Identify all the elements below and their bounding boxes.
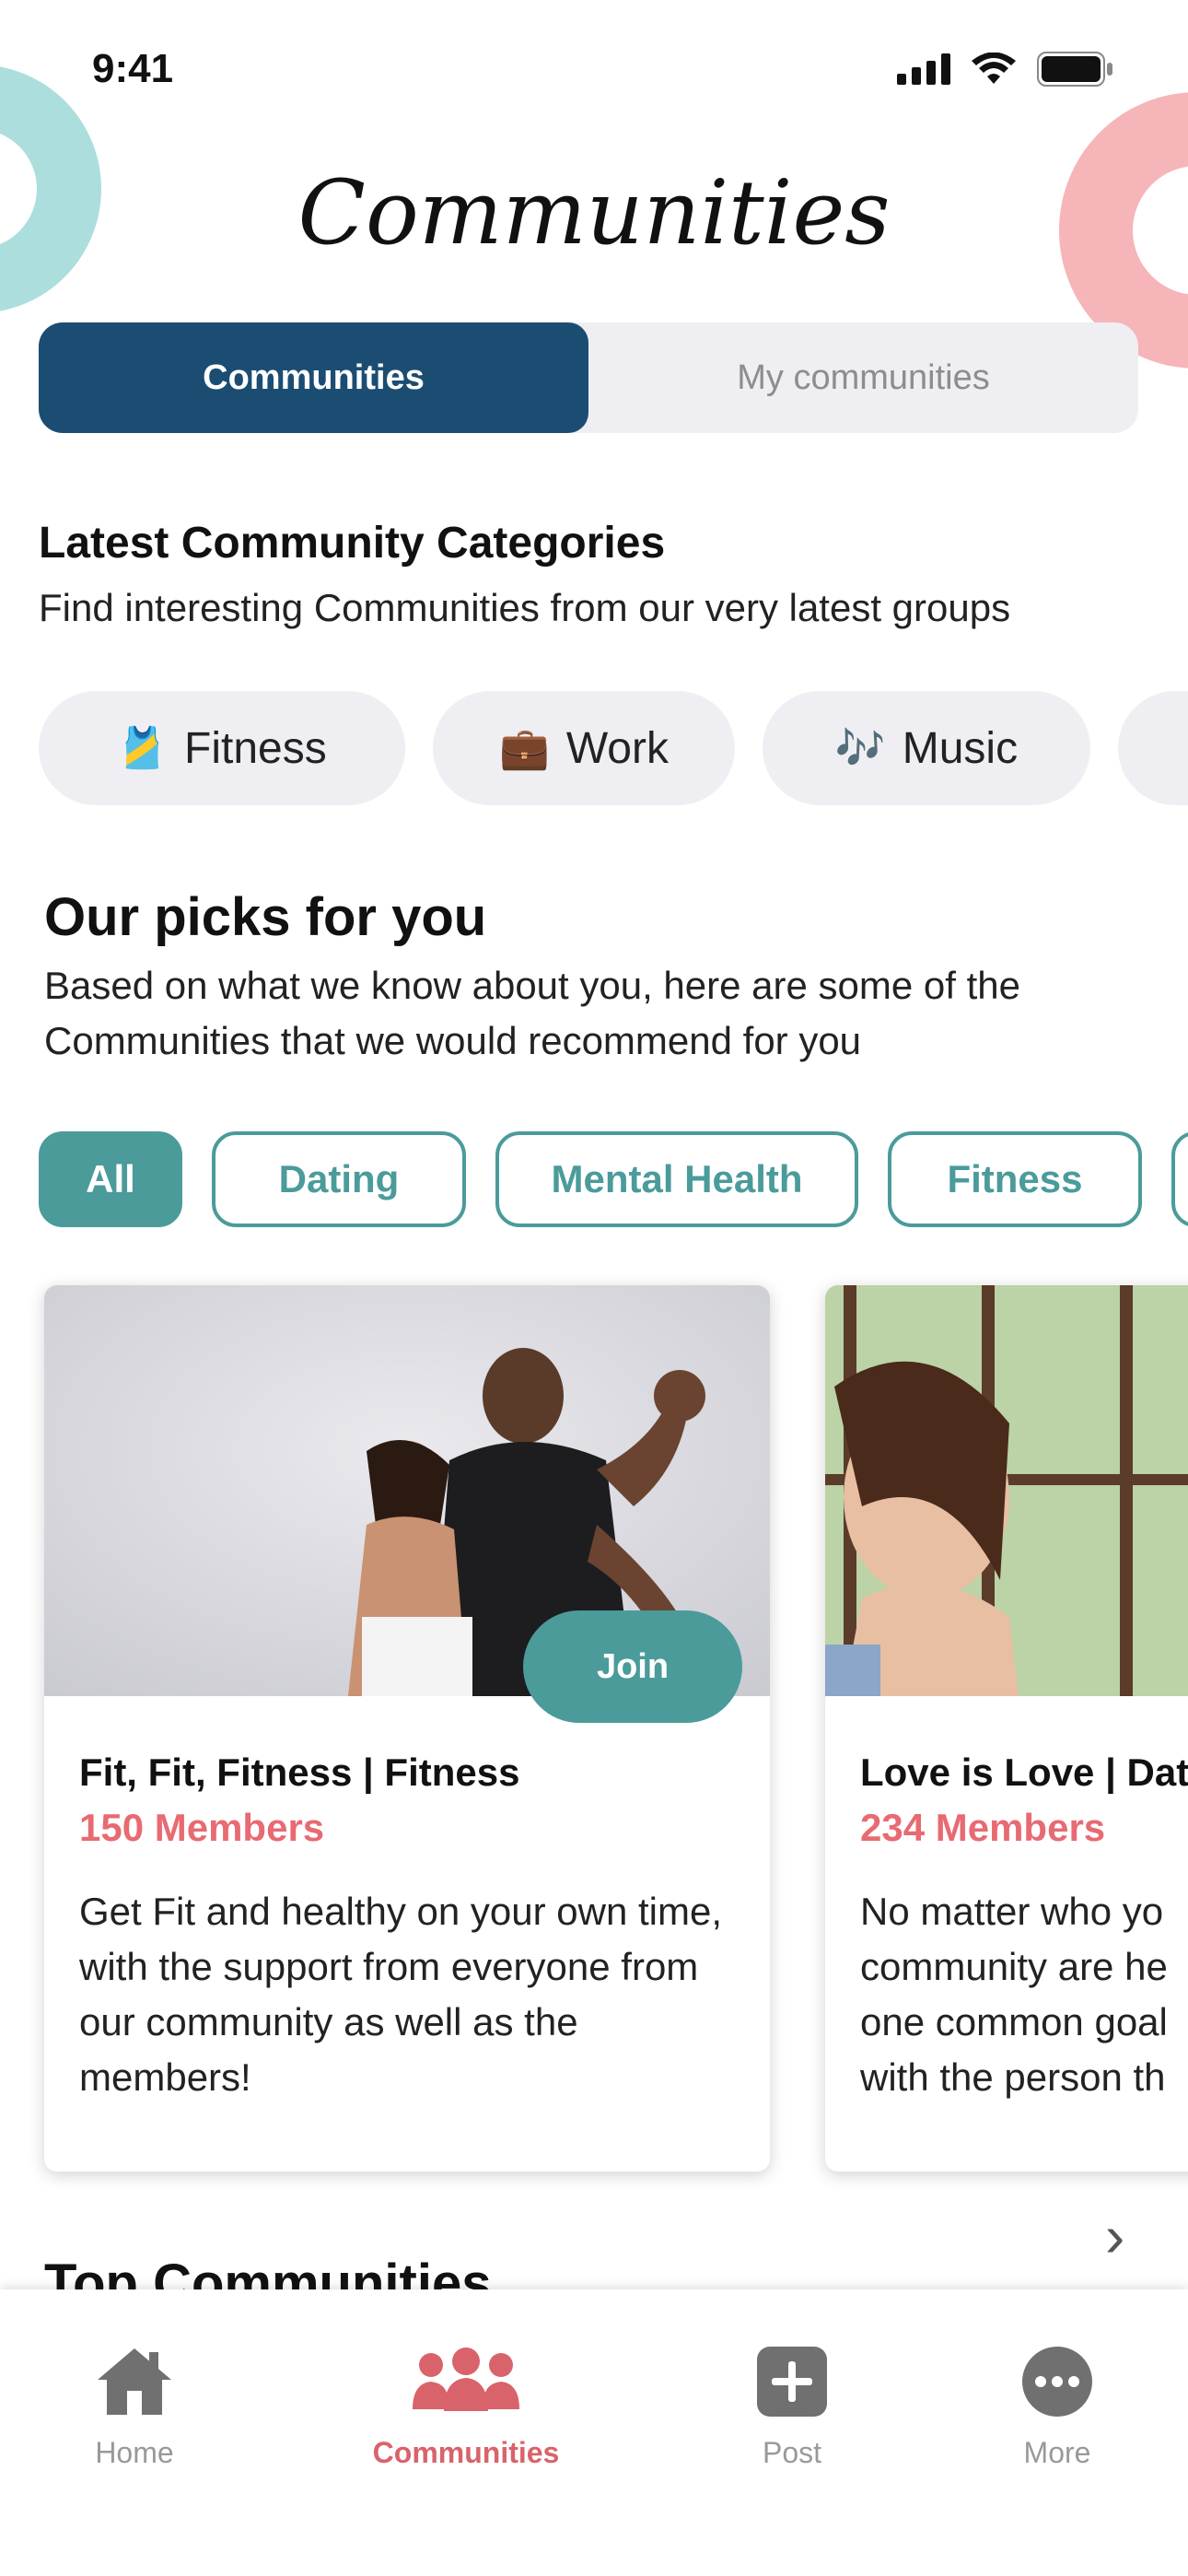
picks-subtitle-line2: Communities that we would recommend for … — [44, 1019, 862, 1062]
filter-chip-more[interactable] — [1171, 1131, 1188, 1227]
join-button[interactable]: Join — [523, 1610, 742, 1723]
tab-bar: Home Communities Post More — [0, 2289, 1188, 2576]
categories-title: Latest Community Categories — [39, 519, 666, 568]
battery-icon — [1037, 52, 1112, 87]
picks-title: Our picks for you — [44, 887, 487, 947]
category-pill-music[interactable]: 🎶 Music — [763, 691, 1090, 805]
tab-label: Communities — [372, 2436, 560, 2469]
chevron-right-icon[interactable]: › — [1105, 2202, 1124, 2270]
tab-label: More — [1023, 2436, 1091, 2469]
status-icons — [897, 52, 1114, 87]
community-card-image — [825, 1285, 1188, 1696]
music-notes-icon: 🎶 — [834, 725, 886, 772]
plus-square-icon — [757, 2347, 827, 2417]
tab-communities[interactable]: Communities — [346, 2345, 586, 2470]
more-dots-icon — [1022, 2347, 1092, 2417]
community-card-members: 150 Members — [79, 1806, 325, 1849]
tank-top-icon: 🎽 — [117, 725, 169, 772]
category-label: Music — [902, 723, 1019, 773]
community-card[interactable]: Fit, Fit, Fitness | Fitness 150 Members … — [44, 1285, 770, 2172]
tab-post[interactable]: Post — [672, 2345, 912, 2470]
filter-chip-fitness[interactable]: Fitness — [888, 1131, 1142, 1227]
filter-chip-all[interactable]: All — [39, 1131, 182, 1227]
category-pill-row: 🎽 Fitness 💼 Work 🎶 Music ▤ — [39, 691, 1188, 805]
community-card-title: Fit, Fit, Fitness | Fitness — [79, 1751, 520, 1794]
page-title: Communities — [297, 161, 891, 264]
signal-icon — [897, 53, 950, 85]
tab-home[interactable]: Home — [15, 2345, 254, 2470]
segment-my-communities[interactable]: My communities — [588, 322, 1138, 433]
category-pill-work[interactable]: 💼 Work — [433, 691, 735, 805]
status-time: 9:41 — [92, 46, 174, 91]
community-card[interactable]: Love is Love | Dat 234 Members No matter… — [825, 1285, 1188, 2172]
community-card-title: Love is Love | Dat — [860, 1751, 1188, 1794]
segmented-control: Communities My communities — [39, 322, 1138, 433]
category-label: Fitness — [184, 723, 327, 773]
wifi-icon — [972, 53, 1016, 84]
filter-chip-row: All Dating Mental Health Fitness — [39, 1131, 1188, 1227]
segment-communities[interactable]: Communities — [39, 322, 588, 433]
home-icon — [98, 2348, 171, 2415]
tab-more[interactable]: More — [938, 2345, 1177, 2470]
community-card-description: Get Fit and healthy on your own time, wi… — [79, 1890, 723, 2099]
category-pill-fitness[interactable]: 🎽 Fitness — [39, 691, 405, 805]
briefcase-icon: 💼 — [499, 725, 550, 772]
community-card-description: No matter who yo community are he one co… — [860, 1890, 1168, 2099]
picks-subtitle-line1: Based on what we know about you, here ar… — [44, 964, 1020, 1007]
filter-chip-mental-health[interactable]: Mental Health — [495, 1131, 858, 1227]
category-pill-more[interactable]: ▤ — [1118, 691, 1188, 805]
tab-label: Home — [95, 2436, 174, 2469]
community-card-members: 234 Members — [860, 1806, 1106, 1849]
communities-screen: 9:41 Communities Communities My communit… — [0, 0, 1188, 2576]
filter-chip-dating[interactable]: Dating — [212, 1131, 466, 1227]
smiling-woman-photo — [825, 1285, 1188, 1696]
categories-subtitle: Find interesting Communities from our ve… — [39, 586, 1011, 629]
category-label: Work — [565, 723, 669, 773]
people-group-icon — [413, 2348, 519, 2411]
tab-label: Post — [762, 2436, 822, 2469]
